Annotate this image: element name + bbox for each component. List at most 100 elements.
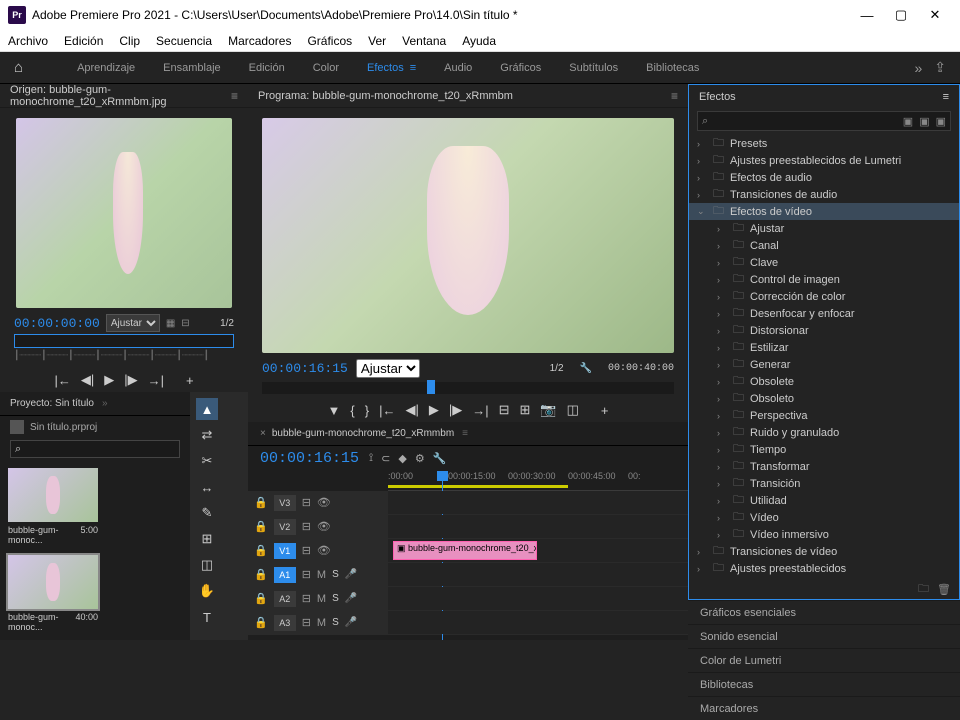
effect-folder[interactable]: ›🗀Desenfocar y enfocar: [689, 305, 959, 322]
menu-edición[interactable]: Edición: [64, 34, 103, 48]
settings-icon[interactable]: ⚙: [415, 452, 425, 465]
fx-badge-icon[interactable]: ▣: [936, 115, 946, 128]
extract-icon[interactable]: ⊞: [520, 402, 531, 418]
workspace-subtítulos[interactable]: Subtítulos: [555, 52, 632, 83]
workspace-audio[interactable]: Audio: [430, 52, 486, 83]
disclosure-icon[interactable]: ›: [717, 292, 727, 302]
grid-icon[interactable]: ▦: [166, 318, 175, 329]
menu-clip[interactable]: Clip: [119, 34, 140, 48]
disclosure-icon[interactable]: ›: [717, 394, 727, 404]
source-fit-select[interactable]: Ajustar: [106, 314, 160, 332]
menu-marcadores[interactable]: Marcadores: [228, 34, 291, 48]
minimize-button[interactable]: —: [850, 0, 884, 30]
effect-folder[interactable]: ›🗀Tiempo: [689, 441, 959, 458]
disclosure-icon[interactable]: ›: [717, 360, 727, 370]
compare-icon[interactable]: ◫: [567, 402, 579, 418]
program-ruler[interactable]: [262, 382, 674, 394]
effects-search[interactable]: ⌕ ▣▣▣: [697, 111, 951, 131]
disclosure-icon[interactable]: ›: [697, 156, 707, 166]
effect-folder[interactable]: ›🗀Obsoleto: [689, 390, 959, 407]
effect-folder[interactable]: ›🗀Presets: [689, 135, 959, 152]
source-timecode[interactable]: 00:00:00:00: [14, 316, 100, 331]
effect-folder[interactable]: ›🗀Corrección de color: [689, 288, 959, 305]
effect-folder[interactable]: ›🗀Clave: [689, 254, 959, 271]
work-area-bar[interactable]: [388, 485, 568, 488]
effect-folder[interactable]: ›🗀Transiciones de vídeo: [689, 543, 959, 560]
tool-5[interactable]: ⊞: [196, 528, 218, 550]
workspace-bibliotecas[interactable]: Bibliotecas: [632, 52, 713, 83]
step-icon[interactable]: ⊟: [181, 318, 189, 329]
overflow-icon[interactable]: »: [914, 60, 922, 76]
sync-icon[interactable]: ⊟: [302, 520, 311, 533]
disclosure-icon[interactable]: ›: [717, 513, 727, 523]
effect-folder[interactable]: ›🗀Estilizar: [689, 339, 959, 356]
out-icon[interactable]: }: [365, 403, 369, 418]
trash-icon[interactable]: 🗑: [937, 583, 951, 596]
source-ruler[interactable]: [14, 334, 234, 348]
effect-folder[interactable]: ›🗀Efectos de audio: [689, 169, 959, 186]
disclosure-icon[interactable]: ›: [697, 547, 707, 557]
timeline-clip[interactable]: ▣ bubble-gum-monochrome_t20_xRmmb: [393, 541, 537, 560]
solo-icon[interactable]: S: [332, 569, 339, 580]
program-zoom[interactable]: 1/2: [550, 363, 564, 374]
panel-menu-icon[interactable]: ≡: [943, 91, 949, 103]
solo-icon[interactable]: S: [332, 593, 339, 604]
panel-tab[interactable]: Sonido esencial: [688, 624, 960, 648]
step-back-icon[interactable]: ◀|: [81, 372, 94, 388]
in-icon[interactable]: {: [350, 403, 354, 418]
share-icon[interactable]: ⇪: [934, 59, 946, 76]
step-fwd-icon[interactable]: |▶: [124, 372, 137, 388]
effect-folder[interactable]: ›🗀Transiciones de audio: [689, 186, 959, 203]
panel-menu-icon[interactable]: ≡: [462, 428, 468, 439]
eye-icon[interactable]: 👁: [317, 544, 331, 557]
home-icon[interactable]: ⌂: [14, 59, 23, 76]
lock-icon[interactable]: 🔒: [254, 496, 268, 509]
disclosure-icon[interactable]: ›: [717, 343, 727, 353]
disclosure-icon[interactable]: ›: [697, 564, 707, 574]
add-button-icon[interactable]: +: [601, 403, 609, 418]
project-item[interactable]: bubble-gum-monoc...5:00: [8, 468, 98, 545]
go-out-icon[interactable]: →|: [472, 403, 488, 418]
sync-icon[interactable]: ⊟: [302, 544, 311, 557]
panel-tab[interactable]: Color de Lumetri: [688, 648, 960, 672]
disclosure-icon[interactable]: ›: [717, 275, 727, 285]
mute-icon[interactable]: M: [317, 569, 326, 581]
mute-icon[interactable]: M: [317, 617, 326, 629]
effect-folder[interactable]: ›🗀Vídeo: [689, 509, 959, 526]
marker-icon[interactable]: ▼: [328, 403, 341, 418]
project-search[interactable]: ⌕: [10, 440, 180, 458]
program-timecode[interactable]: 00:00:16:15: [262, 361, 348, 376]
panel-menu-icon[interactable]: ≡: [231, 89, 238, 103]
disclosure-icon[interactable]: ›: [697, 190, 707, 200]
menu-archivo[interactable]: Archivo: [8, 34, 48, 48]
workspace-ensamblaje[interactable]: Ensamblaje: [149, 52, 234, 83]
fx-badge-icon[interactable]: ▣: [919, 115, 929, 128]
source-image[interactable]: [16, 118, 232, 308]
snap-icon[interactable]: ⟟: [369, 452, 373, 465]
workspace-aprendizaje[interactable]: Aprendizaje: [63, 52, 149, 83]
mic-icon[interactable]: 🎤: [345, 617, 357, 628]
effect-folder[interactable]: ›🗀Control de imagen: [689, 271, 959, 288]
lock-icon[interactable]: 🔒: [254, 568, 268, 581]
mic-icon[interactable]: 🎤: [345, 593, 357, 604]
disclosure-icon[interactable]: ›: [717, 479, 727, 489]
new-bin-icon[interactable]: 🗀: [918, 580, 929, 599]
mark-out-icon[interactable]: →|: [148, 373, 164, 388]
go-in-icon[interactable]: |←: [379, 403, 395, 418]
step-fwd-icon[interactable]: |▶: [449, 402, 462, 418]
menu-ver[interactable]: Ver: [368, 34, 386, 48]
disclosure-icon[interactable]: ›: [717, 530, 727, 540]
timeline-ruler[interactable]: :00:0000:00:15:0000:00:30:0000:00:45:000…: [388, 471, 688, 491]
tool-7[interactable]: ✋: [196, 580, 218, 602]
sync-icon[interactable]: ⊟: [302, 592, 311, 605]
track-toggle[interactable]: V3: [274, 495, 296, 511]
menu-secuencia[interactable]: Secuencia: [156, 34, 212, 48]
eye-icon[interactable]: 👁: [317, 520, 331, 533]
workspace-edición[interactable]: Edición: [235, 52, 299, 83]
menu-ayuda[interactable]: Ayuda: [462, 34, 496, 48]
mic-icon[interactable]: 🎤: [345, 569, 357, 580]
tool-8[interactable]: T: [196, 606, 218, 628]
effect-folder[interactable]: ›🗀Ajustar: [689, 220, 959, 237]
disclosure-icon[interactable]: ›: [717, 428, 727, 438]
wrench-icon[interactable]: 🔧: [433, 452, 447, 465]
